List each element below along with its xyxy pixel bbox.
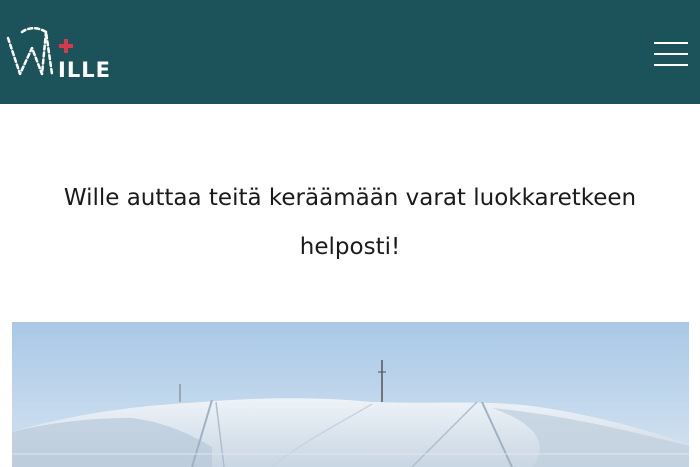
headline-line: helposti!	[299, 234, 401, 260]
hero-image	[12, 322, 689, 467]
site-header: ILLE	[0, 0, 700, 104]
plus-cross-icon	[59, 39, 73, 53]
snowy-fell-ski-slope-photo	[12, 322, 689, 467]
page-headline: Wille auttaa teitä keräämään varat luokk…	[0, 174, 700, 272]
brand-name: ILLE	[58, 58, 111, 82]
headline-line: Wille auttaa teitä keräämään varat luokk…	[63, 185, 637, 211]
hamburger-menu-icon[interactable]	[646, 36, 690, 72]
wille-logo[interactable]: ILLE	[6, 26, 118, 84]
